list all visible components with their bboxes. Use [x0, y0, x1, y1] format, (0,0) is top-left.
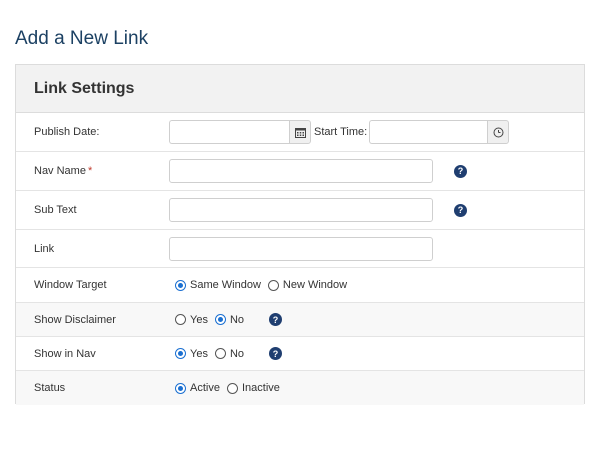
window-target-label: Window Target — [34, 279, 107, 291]
new-window-label[interactable]: New Window — [283, 279, 347, 291]
question-icon[interactable]: ? — [269, 313, 282, 326]
status-row: Status Active Inactive — [16, 371, 584, 405]
show-in-nav-yes-label[interactable]: Yes — [190, 348, 208, 360]
show-disclaimer-no-radio[interactable] — [214, 314, 226, 325]
calendar-icon — [294, 127, 306, 138]
status-radio-group: Active Inactive — [175, 382, 287, 394]
question-icon[interactable]: ? — [269, 347, 282, 360]
publish-date-label: Publish Date: — [34, 126, 100, 138]
show-in-nav-no-radio[interactable] — [214, 348, 226, 359]
show-disclaimer-yes-label[interactable]: Yes — [190, 314, 208, 326]
nav-name-row: Nav Name * ? — [16, 152, 584, 191]
link-label: Link — [34, 242, 55, 255]
question-icon[interactable]: ? — [454, 164, 467, 178]
link-row: Link — [16, 230, 584, 268]
publish-date-input[interactable] — [169, 120, 289, 144]
link-input[interactable] — [169, 236, 433, 261]
sub-text-input[interactable] — [169, 198, 433, 222]
clock-icon — [493, 127, 504, 137]
sub-text-field — [169, 198, 433, 222]
publish-date-field: Start Time: — [169, 120, 510, 144]
required-asterisk: * — [87, 165, 93, 177]
question-icon[interactable]: ? — [454, 203, 467, 217]
new-window-radio[interactable] — [267, 279, 279, 291]
status-active-label[interactable]: Active — [190, 382, 220, 394]
status-active-radio[interactable] — [175, 382, 186, 394]
page-title: Add a New Link — [15, 28, 149, 49]
link-settings-panel: Link Settings Publish Date: Start Time: — [15, 64, 585, 405]
show-disclaimer-no-label[interactable]: No — [230, 314, 244, 326]
show-in-nav-no-label[interactable]: No — [230, 348, 244, 360]
panel-header: Link Settings — [16, 65, 584, 113]
publish-date-row: Publish Date: Start Time: — [16, 113, 584, 152]
window-target-radio-group: Same Window New Window — [175, 279, 354, 291]
link-field — [169, 236, 433, 261]
status-inactive-label[interactable]: Inactive — [242, 382, 280, 394]
sub-text-label: Sub Text — [34, 204, 77, 216]
start-time-input[interactable] — [369, 120, 488, 144]
nav-name-field — [169, 159, 433, 183]
show-disclaimer-yes-radio[interactable] — [175, 314, 186, 325]
show-in-nav-yes-radio[interactable] — [175, 348, 186, 359]
panel-title: Link Settings — [34, 79, 135, 97]
show-in-nav-label: Show in Nav — [34, 347, 96, 360]
show-disclaimer-row: Show Disclaimer Yes No ? — [16, 303, 584, 337]
status-inactive-radio[interactable] — [226, 382, 238, 394]
show-in-nav-radio-group: Yes No — [175, 348, 251, 360]
same-window-radio[interactable] — [175, 279, 186, 291]
status-label: Status — [34, 382, 66, 394]
calendar-button[interactable] — [289, 120, 311, 144]
window-target-row: Window Target Same Window New Window — [16, 268, 584, 303]
same-window-label[interactable]: Same Window — [190, 279, 261, 291]
show-disclaimer-radio-group: Yes No — [175, 314, 251, 326]
sub-text-row: Sub Text ? — [16, 191, 584, 230]
start-time-label: Start Time: — [314, 126, 368, 138]
nav-name-label: Nav Name * — [34, 165, 93, 177]
show-in-nav-row: Show in Nav Yes No ? — [16, 337, 584, 371]
clock-button[interactable] — [487, 120, 510, 144]
nav-name-input[interactable] — [169, 159, 433, 183]
show-disclaimer-label: Show Disclaimer — [34, 313, 116, 326]
